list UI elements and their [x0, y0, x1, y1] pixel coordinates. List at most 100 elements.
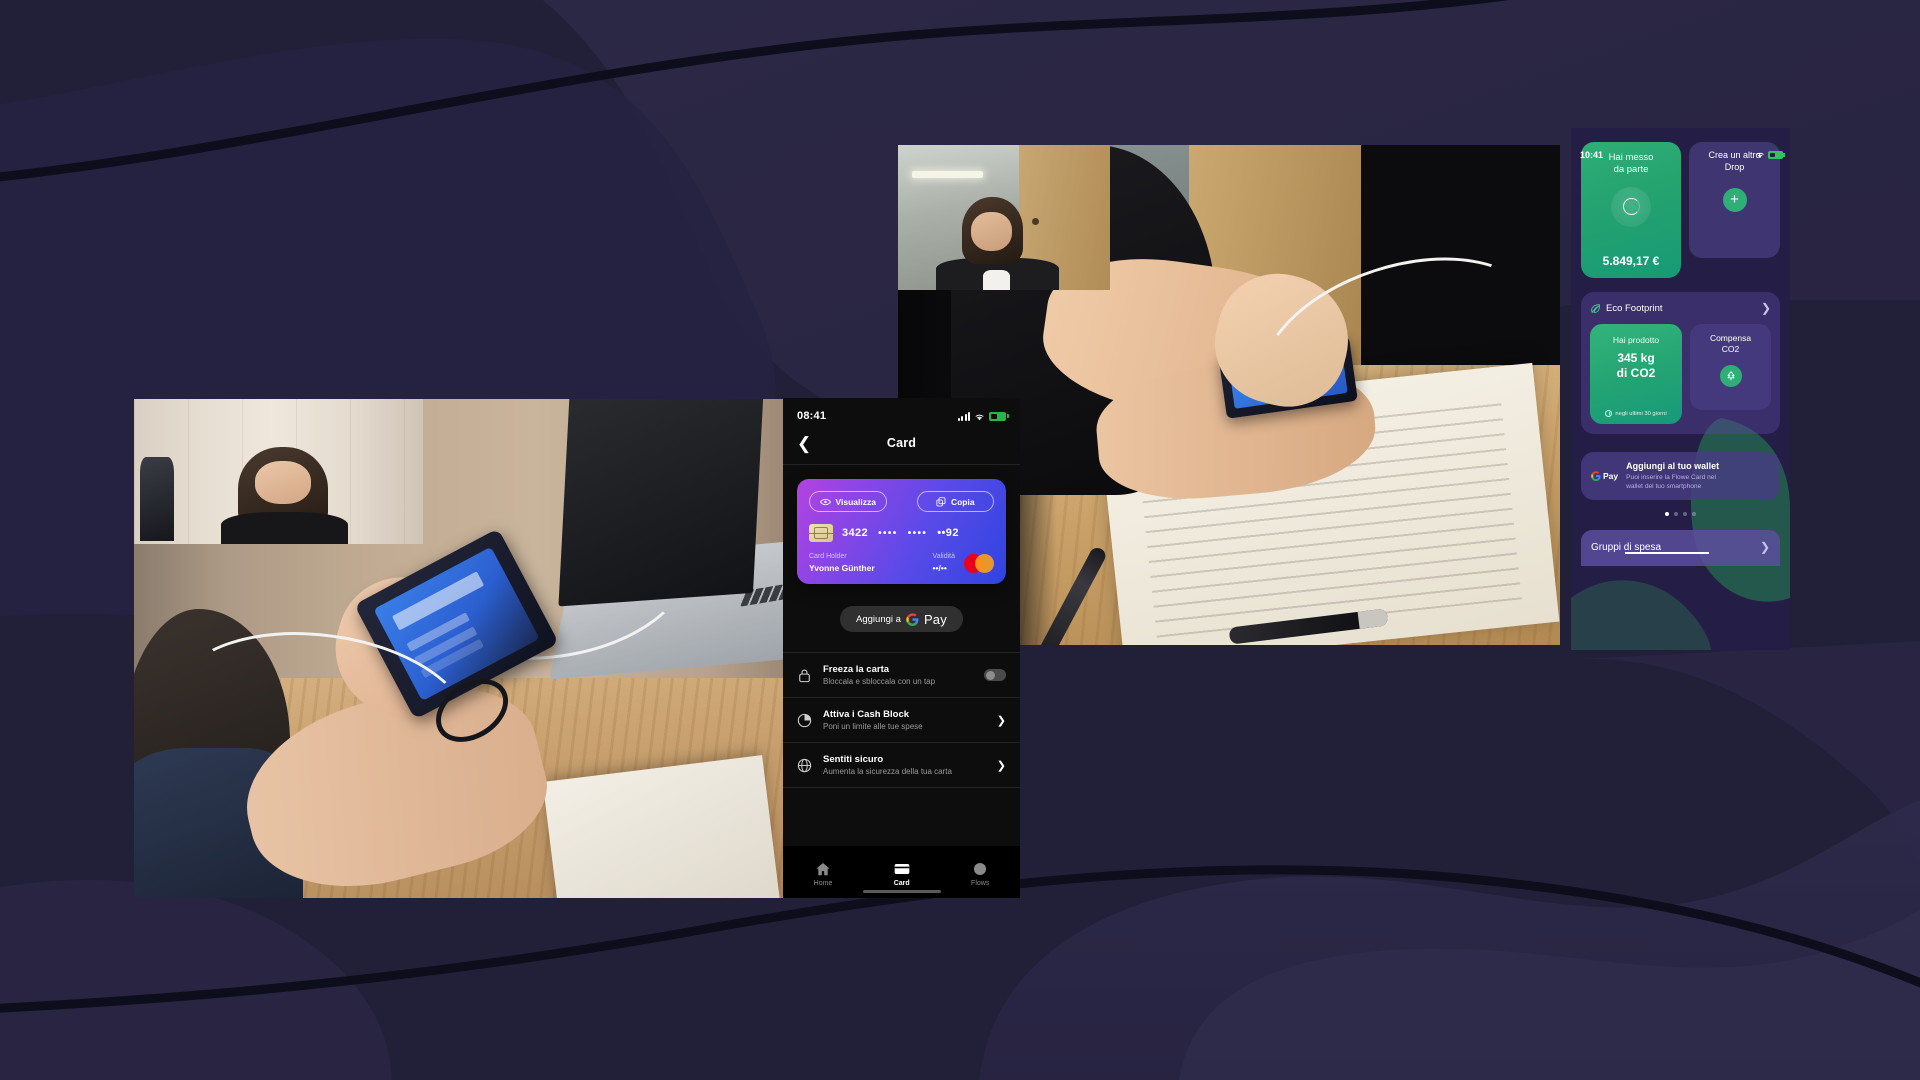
phone-nav-bar: ❮ Card	[783, 426, 1020, 460]
gpay-brand-label: Pay	[923, 611, 947, 627]
screenshot-stage: 08:41 ❮ Card Visualizza Copia 3422 •••• …	[0, 0, 1920, 1080]
participant-thumbnail-woman	[134, 399, 423, 544]
tab-home-label: Home	[813, 879, 833, 887]
wifi-icon	[975, 414, 984, 420]
setting-subtitle: Bloccala e sbloccala con un tap	[823, 677, 936, 686]
carousel-dot-3[interactable]	[1683, 512, 1687, 517]
carousel-dots[interactable]	[1581, 512, 1780, 517]
wallet-subtitle-line-1: Puoi inserire la Flowe Card nel	[1626, 474, 1716, 481]
co2-footnote-text: negli ultimi 30 giorni	[1615, 410, 1667, 417]
carousel-dot-4[interactable]	[1692, 512, 1696, 517]
chevron-right-icon[interactable]: ❯	[997, 759, 1006, 772]
card-icon	[894, 863, 910, 874]
card-number-group-2: ••••	[878, 527, 898, 539]
copy-icon	[936, 496, 946, 506]
mastercard-icon	[964, 554, 994, 573]
tab-card[interactable]: Card	[894, 862, 910, 887]
status-time: 08:41	[797, 410, 827, 422]
google-pay-icon	[906, 612, 919, 626]
chevron-right-icon[interactable]: ❯	[997, 714, 1006, 727]
create-drop-card[interactable]: Crea un altro Drop +	[1689, 142, 1780, 258]
savings-title-line-2: da parte	[1613, 164, 1649, 176]
app-status-system-icons	[1755, 150, 1785, 159]
phone-status-bar: 08:41	[783, 398, 1020, 426]
drop-title: Crea un altro Drop	[1708, 150, 1760, 174]
phone-tab-bar: Home Card Flows	[783, 846, 1020, 898]
leaf-icon	[1591, 303, 1600, 313]
chevron-right-icon[interactable]: ❯	[1760, 540, 1770, 554]
savings-amount: 5.849,17 €	[1602, 254, 1660, 268]
compensate-line-2: CO2	[1721, 344, 1740, 355]
app-content: Hai messo da parte 5.849,17 € Crea un al…	[1571, 128, 1790, 650]
card-validity-label: Validità	[932, 553, 955, 560]
setting-texts: Sentiti sicuro Aumenta la sicurezza dell…	[823, 754, 986, 776]
card-validity-value: ••/••	[932, 563, 947, 573]
view-card-label: Visualizza	[835, 496, 876, 507]
tree-glyph	[1727, 371, 1734, 381]
add-to-google-pay-button[interactable]: Aggiungi a Pay	[840, 606, 963, 632]
eco-footprint-section[interactable]: Eco Footprint ❯ Hai prodotto 345 kg di C…	[1581, 292, 1780, 434]
wallet-title: Aggiungi al tuo wallet	[1626, 461, 1720, 471]
home-indicator	[862, 890, 941, 893]
credit-card[interactable]: Visualizza Copia 3422 •••• •••• ••92 Car…	[797, 479, 1006, 584]
gpay-brand-label: Pay	[1603, 471, 1619, 482]
view-card-button[interactable]: Visualizza	[809, 491, 887, 512]
add-to-wallet-card[interactable]: Pay Aggiungi al tuo wallet Puoi inserire…	[1581, 452, 1780, 501]
page-title: Card	[886, 436, 917, 450]
pie-chart-icon	[797, 713, 812, 727]
co2-value-line-1: 345 kg	[1617, 351, 1655, 365]
card-holder-label: Card Holder	[809, 553, 847, 560]
eco-cards-row: Hai prodotto 345 kg di CO2 negli ultimi …	[1590, 324, 1771, 424]
card-settings-list: Freeza la carta Bloccala e sbloccala con…	[783, 652, 1020, 788]
chevron-right-icon[interactable]: ❯	[1761, 301, 1771, 315]
co2-produced-card[interactable]: Hai prodotto 345 kg di CO2 negli ultimi …	[1590, 324, 1682, 424]
card-holder-value: Yvonne Günther	[809, 563, 875, 573]
setting-subtitle: Aumenta la sicurezza della tua carta	[823, 767, 952, 776]
participant-thumbnail-man	[898, 145, 1110, 290]
tab-flows[interactable]: Flows	[971, 862, 989, 887]
credit-card-container: Visualizza Copia 3422 •••• •••• ••92 Car…	[783, 465, 1020, 584]
battery-icon	[989, 411, 1009, 421]
credit-card-number-row: 3422 •••• •••• ••92	[809, 524, 994, 542]
pip-person-body	[220, 512, 348, 544]
tree-icon[interactable]	[1719, 365, 1742, 388]
phone-card-screen: 08:41 ❮ Card Visualizza Copia 3422 •••• …	[783, 398, 1020, 898]
app-status-time: 10:41	[1580, 150, 1604, 160]
clock-icon	[1605, 410, 1613, 417]
setting-item-security[interactable]: Sentiti sicuro Aumenta la sicurezza dell…	[783, 743, 1020, 788]
card-number-group-4: ••92	[937, 527, 959, 539]
card-number-group-3: ••••	[907, 527, 928, 539]
copy-card-button[interactable]: Copia	[916, 491, 994, 512]
setting-texts: Attiva i Cash Block Poni un limite alle …	[823, 709, 986, 731]
drop-title-line-1: Crea un altro	[1708, 150, 1761, 160]
compensate-co2-card[interactable]: Compensa CO2	[1690, 324, 1771, 410]
signal-bars-icon	[957, 411, 970, 421]
gpay-button-container: Aggiungi a Pay	[783, 584, 1020, 652]
carousel-dot-2[interactable]	[1674, 512, 1678, 517]
progress-ring-icon	[1611, 186, 1651, 227]
compensate-label: Compensa CO2	[1710, 333, 1751, 355]
setting-item-cash-block[interactable]: Attiva i Cash Block Poni un limite alle …	[783, 698, 1020, 743]
back-chevron-left-icon[interactable]: ❮	[797, 435, 811, 452]
flows-icon	[974, 862, 987, 875]
eye-icon	[819, 498, 831, 505]
freeze-card-toggle[interactable]	[984, 669, 1006, 681]
setting-subtitle: Poni un limite alle tue spese	[823, 722, 923, 731]
carousel-dot-1[interactable]	[1665, 512, 1669, 517]
left-meeting-recording	[134, 399, 785, 898]
spending-groups-row[interactable]: Gruppi di spesa ❯	[1581, 530, 1780, 567]
top-cards-row: Hai messo da parte 5.849,17 € Crea un al…	[1581, 142, 1780, 278]
plus-icon[interactable]: +	[1722, 187, 1747, 212]
co2-value-line-2: di CO2	[1616, 365, 1656, 380]
wifi-icon	[1756, 152, 1764, 159]
savings-card[interactable]: Hai messo da parte 5.849,17 €	[1581, 142, 1681, 278]
tab-home[interactable]: Home	[813, 862, 833, 887]
globe-icon	[797, 758, 812, 772]
pip-person-head	[961, 197, 1024, 264]
eco-footprint-title: Eco Footprint	[1606, 302, 1663, 314]
card-number-group-1: 3422	[842, 527, 869, 539]
wallet-subtitle-line-2: wallet del tuo smartphone	[1626, 483, 1702, 491]
co2-produced-value: 345 kg di CO2	[1617, 351, 1656, 380]
setting-item-freeze-card[interactable]: Freeza la carta Bloccala e sbloccala con…	[783, 653, 1020, 698]
tripod	[139, 457, 175, 542]
